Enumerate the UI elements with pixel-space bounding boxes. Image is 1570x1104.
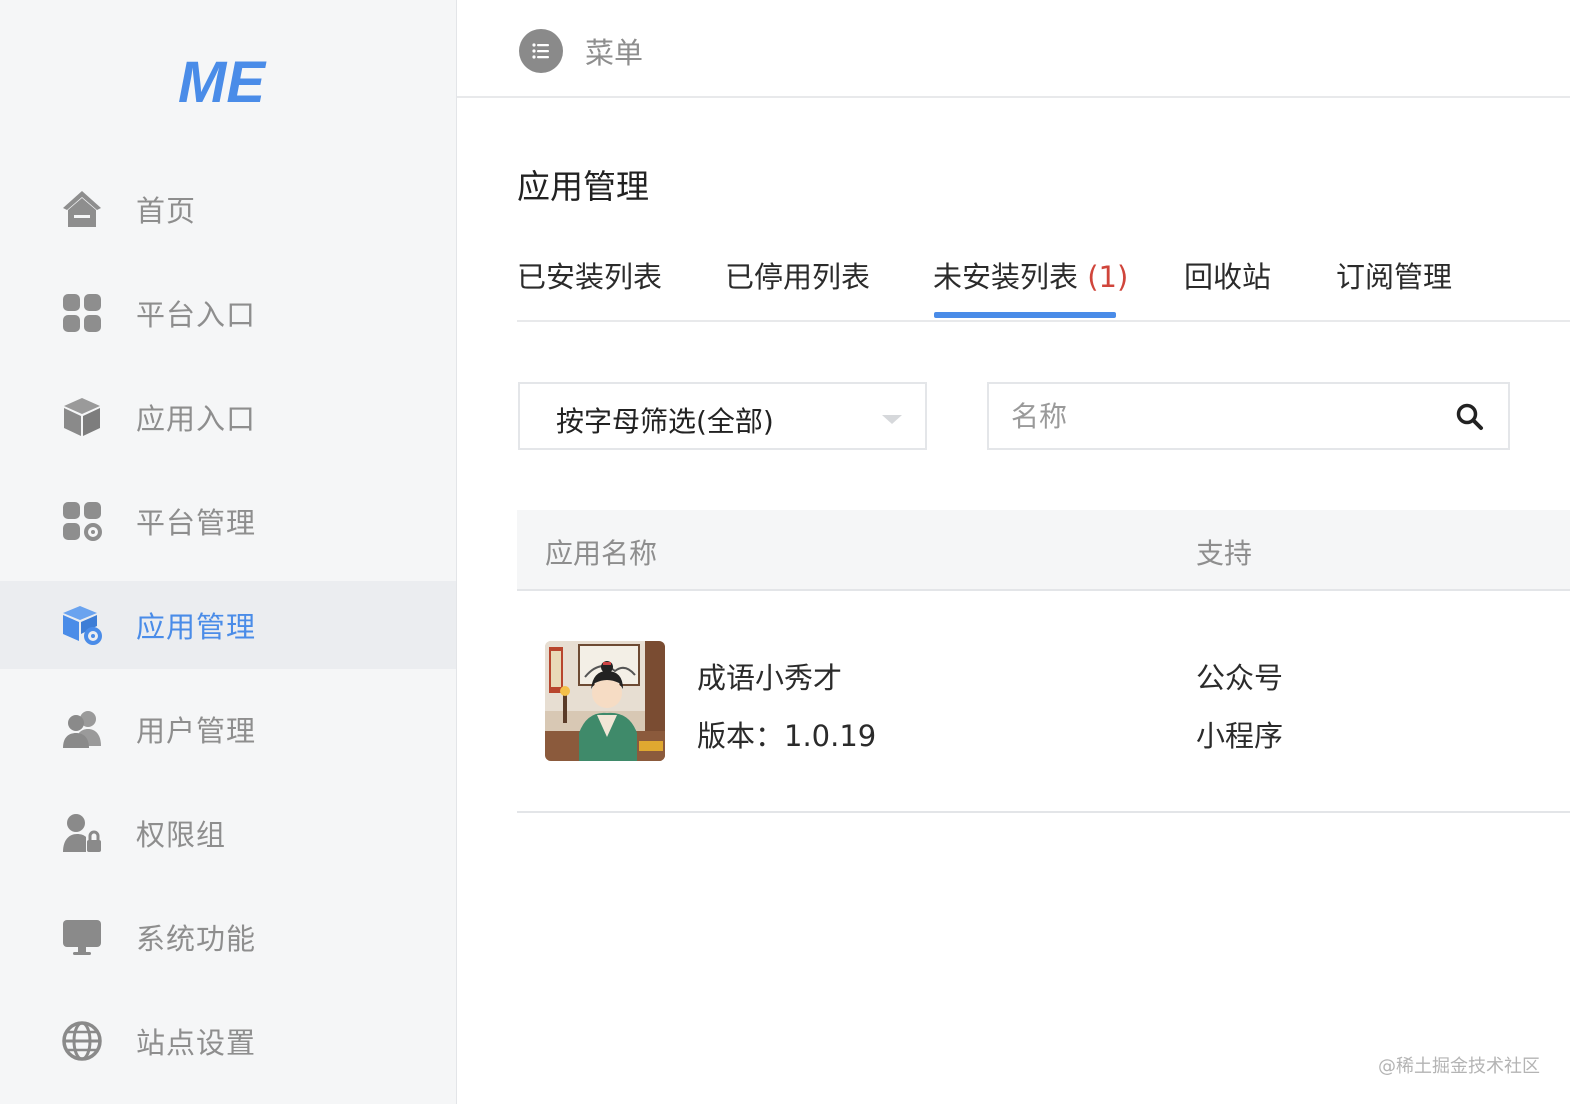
page-title: 应用管理 [517,167,649,206]
tab-not-installed[interactable]: 未安装列表 (1) [933,254,1128,296]
search-input[interactable] [1011,396,1431,436]
app-root: ME 首页 平台入口 应用入口 平台管理 应用管理 用户管理 权限组 系统功能 … [0,0,1570,1104]
sidebar-item-app-entry[interactable]: 应用入口 [0,373,456,461]
filter-value: 按字母筛选(全部) [556,405,774,438]
monitor-icon [60,915,104,959]
globe-icon [60,1019,104,1063]
grid-gear-icon [60,499,104,543]
grid-icon [60,291,104,335]
sidebar-item-label: 应用入口 [136,402,257,436]
brand-logo[interactable]: ME [178,50,278,115]
support-tag: 公众号 [1196,661,1284,695]
app-name[interactable]: 成语小秀才 [697,655,842,697]
sidebar-item-label: 系统功能 [136,922,257,956]
tab-label: 已安装列表 [517,260,663,294]
search-box [987,382,1510,450]
tab-label: 订阅管理 [1336,260,1453,294]
tab-bar: 已安装列表 已停用列表 未安装列表 (1) 回收站 订阅管理 [517,240,1570,322]
column-header-support: 支持 [1196,537,1253,570]
menu-label[interactable]: 菜单 [585,30,643,72]
svg-text:ME: ME [178,52,267,110]
sidebar-item-home[interactable]: 首页 [0,165,456,253]
watermark: @稀土掘金技术社区 [1378,1056,1540,1077]
column-header-app-name: 应用名称 [545,537,658,570]
tab-label: 未安装列表 [933,260,1079,294]
sidebar-item-label: 权限组 [136,818,227,852]
sidebar-item-platform-entry[interactable]: 平台入口 [0,269,456,357]
active-tab-indicator [934,312,1116,318]
search-icon[interactable] [1455,402,1485,432]
sidebar-item-label: 首页 [136,194,197,228]
tab-label: 回收站 [1184,260,1272,294]
tab-recycle-bin[interactable]: 回收站 [1184,254,1271,296]
list-icon[interactable] [519,29,563,73]
sidebar-item-site-settings[interactable]: 站点设置 [0,997,456,1085]
tab-disabled[interactable]: 已停用列表 [725,254,870,296]
sidebar-item-app-manage[interactable]: 应用管理 [0,581,456,669]
app-thumbnail[interactable] [545,641,665,761]
sidebar-item-label: 平台入口 [136,298,257,332]
home-icon [60,187,104,231]
top-bar: 菜单 [457,0,1570,98]
app-version: 版本：1.0.19 [697,719,877,753]
table-header: 应用名称 支持 [517,510,1570,591]
letter-filter-select[interactable]: 按字母筛选(全部) [518,382,927,450]
tab-count-badge: (1) [1087,260,1129,294]
user-lock-icon [60,811,104,855]
sidebar-item-label: 平台管理 [136,506,257,540]
tab-subscriptions[interactable]: 订阅管理 [1336,254,1452,296]
sidebar-item-label: 用户管理 [136,714,257,748]
sidebar-item-user-manage[interactable]: 用户管理 [0,685,456,773]
sidebar-item-label: 应用管理 [136,610,257,644]
sidebar-item-permission-group[interactable]: 权限组 [0,789,456,877]
support-tag: 小程序 [1196,719,1284,753]
cube-icon [60,395,104,439]
sidebar-item-platform-manage[interactable]: 平台管理 [0,477,456,565]
users-icon [60,707,104,751]
sidebar-item-label: 站点设置 [136,1026,257,1060]
tab-installed[interactable]: 已安装列表 [517,254,662,296]
sidebar: ME 首页 平台入口 应用入口 平台管理 应用管理 用户管理 权限组 系统功能 … [0,0,457,1104]
chevron-down-icon [882,415,902,424]
sidebar-item-system-functions[interactable]: 系统功能 [0,893,456,981]
cube-gear-icon [60,603,104,647]
tab-label: 已停用列表 [725,260,871,294]
table-row: 成语小秀才 版本：1.0.19 公众号 小程序 [517,591,1570,813]
